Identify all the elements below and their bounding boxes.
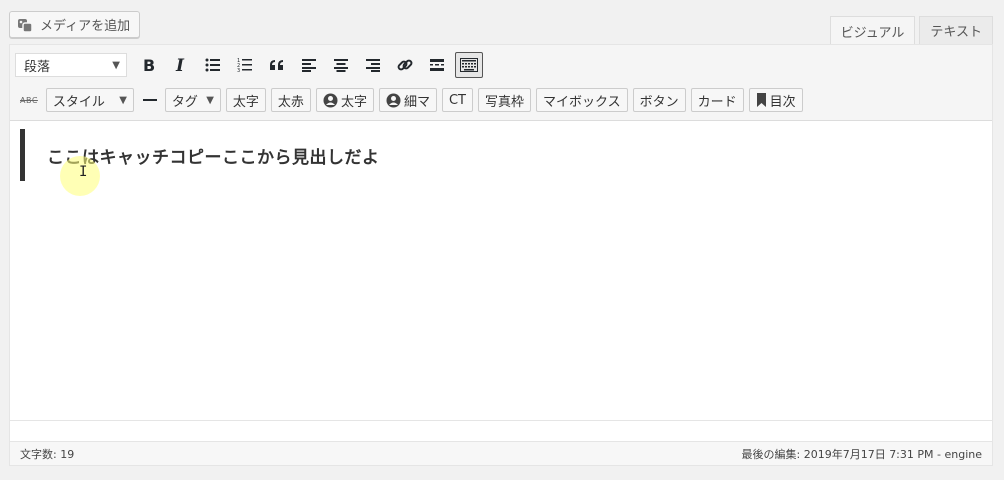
numbered-list-button[interactable]: 1 2 3 (231, 52, 259, 78)
editor: 段落 ▼ B I 1 2 3 ABC スタイル ▼ タグ ▼ 太字 太赤 太字 … (9, 44, 993, 466)
bold-text-button[interactable]: 太字 (225, 88, 266, 112)
tab-text[interactable]: テキスト (919, 16, 993, 44)
ct-button[interactable]: CT (441, 88, 473, 112)
format-select[interactable]: 段落 ▼ (15, 53, 127, 77)
person-marker-button[interactable]: 細マ (378, 88, 437, 112)
align-left-button[interactable] (295, 52, 323, 78)
link-icon (397, 59, 413, 71)
bold-red-button[interactable]: 太赤 (270, 88, 311, 112)
heading-text: ここはキャッチコピーここから見出しだよ (47, 147, 380, 168)
horizontal-rule-icon (142, 99, 157, 101)
bookmark-icon (756, 93, 766, 107)
button-label: 目次 (769, 94, 796, 110)
text-cursor-icon: I (79, 164, 88, 180)
tag-dropdown-label: タグ (171, 94, 198, 110)
button-label: 太赤 (277, 94, 304, 110)
add-media-button[interactable]: メディアを追加 (9, 11, 140, 38)
tab-visual[interactable]: ビジュアル (829, 16, 916, 45)
blockquote-icon (270, 60, 283, 70)
editor-content-area[interactable]: ここはキャッチコピーここから見出しだよ I (10, 122, 992, 420)
align-center-icon (334, 59, 348, 72)
style-dropdown[interactable]: スタイル ▼ (45, 88, 134, 112)
toolbar-row-1: 段落 ▼ B I 1 2 3 (15, 52, 487, 78)
bold-button[interactable]: B (135, 52, 163, 78)
button-label: マイボックス (543, 94, 621, 110)
editor-mode-tabs: ビジュアル テキスト (829, 16, 993, 45)
editor-toolbar: 段落 ▼ B I 1 2 3 ABC スタイル ▼ タグ ▼ 太字 太赤 太字 … (10, 45, 992, 121)
toolbar-toggle-icon (460, 58, 478, 72)
person-icon (323, 93, 338, 107)
person-icon (386, 93, 401, 107)
read-more-button[interactable] (423, 52, 451, 78)
svg-text:B: B (143, 57, 155, 73)
chevron-down-icon: ▼ (119, 94, 127, 106)
numbered-list-icon: 1 2 3 (237, 58, 252, 72)
bold-icon: B (143, 57, 155, 73)
button-label: 細マ (403, 94, 430, 110)
button-label: ボタン (639, 94, 679, 110)
italic-icon: I (175, 57, 185, 73)
card-button[interactable]: カード (690, 88, 744, 112)
strikethrough-button[interactable]: ABC (20, 96, 38, 105)
align-right-icon (366, 59, 380, 72)
svg-text:I: I (175, 57, 185, 73)
status-bar: 文字数: 19 最後の編集: 2019年7月17日 7:31 PM - engi… (10, 441, 992, 465)
read-more-icon (430, 59, 444, 71)
align-center-button[interactable] (327, 52, 355, 78)
horizontal-rule-button[interactable] (139, 88, 161, 112)
style-dropdown-label: スタイル (52, 94, 105, 110)
button-label: 写真枠 (485, 94, 525, 110)
button-label: CT (448, 92, 466, 108)
button-shortcode-button[interactable]: ボタン (632, 88, 686, 112)
format-select-value: 段落 (24, 59, 51, 75)
person-bold-button[interactable]: 太字 (315, 88, 374, 112)
link-button[interactable] (391, 52, 419, 78)
blockquote-button[interactable] (263, 52, 291, 78)
media-icon (18, 18, 33, 33)
bullet-list-button[interactable] (199, 52, 227, 78)
svg-text:3: 3 (237, 68, 240, 72)
word-count: 文字数: 19 (20, 447, 75, 461)
tag-dropdown[interactable]: タグ ▼ (164, 88, 221, 112)
chevron-down-icon: ▼ (112, 59, 120, 71)
photo-frame-button[interactable]: 写真枠 (478, 88, 532, 112)
button-label: 太字 (340, 94, 367, 110)
content-divider (10, 420, 992, 421)
toolbar-toggle-button[interactable] (455, 52, 483, 78)
toolbar-row-2: ABC スタイル ▼ タグ ▼ 太字 太赤 太字 細マ CT 写真枠 マイボック… (15, 87, 808, 113)
italic-button[interactable]: I (167, 52, 195, 78)
bullet-list-icon (205, 58, 220, 72)
last-edited: 最後の編集: 2019年7月17日 7:31 PM - engine (741, 447, 983, 461)
button-label: 太字 (232, 94, 259, 110)
chevron-down-icon: ▼ (206, 94, 214, 106)
button-label: カード (697, 94, 737, 110)
my-box-button[interactable]: マイボックス (536, 88, 628, 112)
toc-button[interactable]: 目次 (748, 88, 803, 112)
align-left-icon (302, 59, 316, 72)
align-right-button[interactable] (359, 52, 387, 78)
add-media-label: メディアを追加 (40, 19, 131, 34)
